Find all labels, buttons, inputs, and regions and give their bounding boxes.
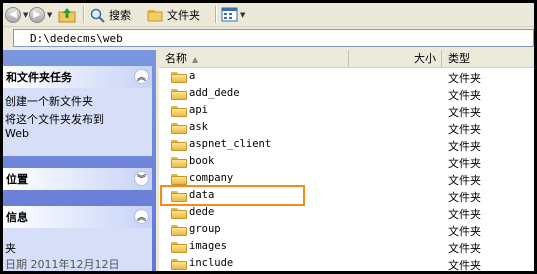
file-row[interactable]: a 文件夹 xyxy=(159,69,534,86)
size-header-label: 大小 xyxy=(414,52,436,65)
file-name: group xyxy=(189,223,221,235)
explorer-window: ◀ ▼ ▶ ▼ 搜索 文件夹 ▼ D:\dedecms\web 和文件夹任务 ︽… xyxy=(3,3,534,271)
task-new-folder[interactable]: 创建一个新文件夹 xyxy=(5,94,152,110)
search-label: 搜索 xyxy=(109,8,131,22)
file-type: 文件夹 xyxy=(448,89,481,102)
file-type: 文件夹 xyxy=(448,259,481,271)
folders-button[interactable]: 文件夹 xyxy=(147,5,200,24)
forward-button[interactable]: ▶ ▼ xyxy=(29,5,52,24)
views-button[interactable]: ▼ xyxy=(221,5,245,24)
back-arrow-icon: ◀ xyxy=(5,6,21,23)
task-publish-folder-line2[interactable]: Web xyxy=(5,128,152,140)
folder-icon xyxy=(171,157,187,168)
task-pane: 和文件夹任务 ︽ 创建一个新文件夹 将这个文件夹发布到 Web 位置 ︾ 信息 … xyxy=(3,50,156,271)
column-header-row: 名称 ▲ 大小 类型 xyxy=(159,50,534,68)
file-row[interactable]: dede 文件夹 xyxy=(159,205,534,222)
file-row[interactable]: aspnet_client 文件夹 xyxy=(159,137,534,154)
file-name: aspnet_client xyxy=(189,138,272,150)
folders-icon xyxy=(147,9,163,21)
search-button[interactable]: 搜索 xyxy=(89,5,131,24)
places-panel-title: 位置 xyxy=(6,173,28,186)
file-type: 文件夹 xyxy=(448,191,481,204)
folder-icon xyxy=(171,72,187,83)
file-list-pane: 名称 ▲ 大小 类型 a 文件夹 add_dede 文件夹 api 文件夹 ask 文件夹 asp… xyxy=(159,50,534,271)
folder-icon xyxy=(171,89,187,100)
folders-label: 文件夹 xyxy=(167,8,200,22)
folder-icon xyxy=(171,225,187,236)
tasks-panel-body: 创建一个新文件夹 将这个文件夹发布到 Web xyxy=(3,88,152,156)
folder-icon xyxy=(171,140,187,151)
details-panel-header[interactable]: 信息 ︽ xyxy=(3,206,152,228)
file-name: book xyxy=(189,155,215,167)
details-line: 夹 xyxy=(5,242,16,255)
sort-ascending-icon: ▲ xyxy=(192,55,199,64)
address-input[interactable]: D:\dedecms\web xyxy=(13,29,534,47)
file-name: api xyxy=(189,104,208,116)
views-dropdown-icon[interactable]: ▼ xyxy=(240,11,245,19)
file-type: 文件夹 xyxy=(448,72,481,85)
collapse-chevron-icon[interactable]: ︽ xyxy=(134,69,149,84)
file-name: company xyxy=(189,172,234,184)
search-icon xyxy=(90,8,105,23)
file-name: ask xyxy=(189,121,208,133)
expand-chevron-icon[interactable]: ︾ xyxy=(134,171,149,186)
file-name: a xyxy=(189,70,196,82)
up-folder-icon xyxy=(58,7,76,22)
details-line: 日期 2011年12月12日 xyxy=(5,258,120,271)
file-row[interactable]: add_dede 文件夹 xyxy=(159,86,534,103)
views-icon xyxy=(221,7,238,22)
column-header-name[interactable]: 名称 ▲ xyxy=(159,50,349,67)
column-header-size[interactable]: 大小 xyxy=(349,50,442,67)
file-type: 文件夹 xyxy=(448,174,481,187)
type-header-label: 类型 xyxy=(448,52,470,65)
forward-dropdown-icon[interactable]: ▼ xyxy=(47,11,52,19)
toolbar-separator xyxy=(83,6,85,23)
tasks-panel-header[interactable]: 和文件夹任务 ︽ xyxy=(3,66,152,88)
folder-icon xyxy=(171,174,187,185)
file-row[interactable]: book 文件夹 xyxy=(159,154,534,171)
file-row[interactable]: ask 文件夹 xyxy=(159,120,534,137)
file-row[interactable]: group 文件夹 xyxy=(159,222,534,239)
name-header-label: 名称 xyxy=(165,52,187,65)
file-row[interactable]: include 文件夹 xyxy=(159,256,534,271)
folder-icon xyxy=(171,259,187,270)
toolbar-separator xyxy=(215,6,217,23)
back-button[interactable]: ◀ ▼ xyxy=(5,5,28,24)
toolbar: ◀ ▼ ▶ ▼ 搜索 文件夹 ▼ xyxy=(3,3,534,27)
folder-icon xyxy=(171,208,187,219)
file-type: 文件夹 xyxy=(448,225,481,238)
file-name: images xyxy=(189,240,227,252)
up-folder-button[interactable] xyxy=(58,5,78,24)
forward-arrow-icon: ▶ xyxy=(29,6,45,23)
folder-icon xyxy=(171,242,187,253)
file-row[interactable]: api 文件夹 xyxy=(159,103,534,120)
file-type: 文件夹 xyxy=(448,106,481,119)
file-type: 文件夹 xyxy=(448,123,481,136)
file-name: include xyxy=(189,257,234,269)
task-publish-folder[interactable]: 将这个文件夹发布到 xyxy=(5,112,152,128)
places-panel-header[interactable]: 位置 ︾ xyxy=(3,168,152,190)
file-name: dede xyxy=(189,206,215,218)
folder-icon xyxy=(171,106,187,117)
address-path: D:\dedecms\web xyxy=(30,32,123,45)
file-type: 文件夹 xyxy=(448,157,481,170)
file-type: 文件夹 xyxy=(448,242,481,255)
tasks-panel-title: 和文件夹任务 xyxy=(6,71,72,84)
back-dropdown-icon[interactable]: ▼ xyxy=(23,11,28,19)
file-type: 文件夹 xyxy=(448,140,481,153)
collapse-chevron-icon[interactable]: ︽ xyxy=(134,209,149,224)
file-name: add_dede xyxy=(189,87,240,99)
address-bar: D:\dedecms\web xyxy=(3,27,534,49)
column-header-type[interactable]: 类型 xyxy=(442,50,534,67)
file-type: 文件夹 xyxy=(448,208,481,221)
details-panel-body: 夹 日期 2011年12月12日 xyxy=(3,228,152,271)
highlight-box xyxy=(160,185,305,206)
details-panel-title: 信息 xyxy=(6,211,28,224)
file-row[interactable]: images 文件夹 xyxy=(159,239,534,256)
folder-icon xyxy=(171,123,187,134)
